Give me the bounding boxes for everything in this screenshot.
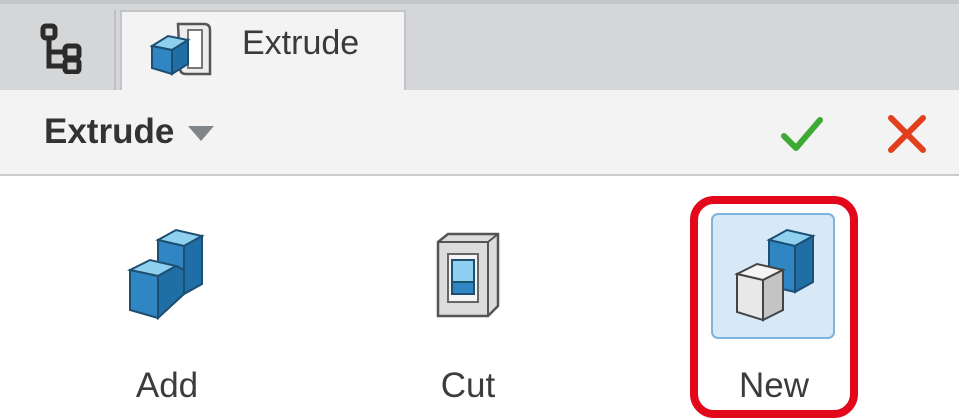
tab-strip: Extrude: [0, 0, 959, 92]
feature-title-dropdown[interactable]: Extrude: [44, 112, 215, 152]
tab-model-tree[interactable]: [8, 10, 116, 90]
extrude-cut-icon: [436, 232, 500, 318]
extrude-icon: [149, 22, 212, 76]
tab-extrude-label: Extrude: [242, 24, 360, 62]
tab-strip-top-border: [0, 0, 959, 4]
cut-label: Cut: [440, 366, 496, 405]
new-label: New: [738, 366, 810, 405]
tab-extrude[interactable]: Extrude: [120, 10, 406, 92]
cancel-button[interactable]: [885, 112, 929, 156]
ok-button[interactable]: [780, 112, 824, 156]
chevron-down-icon: [188, 125, 215, 141]
model-tree-icon: [40, 23, 82, 74]
add-button[interactable]: Add: [87, 176, 247, 418]
new-button[interactable]: New: [694, 176, 854, 418]
feature-title: Extrude: [44, 112, 175, 151]
cut-button[interactable]: Cut: [388, 176, 548, 418]
extrude-type-panel: Add Cut New: [0, 176, 959, 418]
add-label: Add: [135, 366, 199, 405]
extrude-add-icon: [127, 228, 205, 321]
feature-header: Extrude: [0, 90, 959, 176]
extrude-new-icon: [734, 228, 816, 322]
close-icon: [888, 115, 926, 153]
check-icon: [781, 117, 823, 151]
